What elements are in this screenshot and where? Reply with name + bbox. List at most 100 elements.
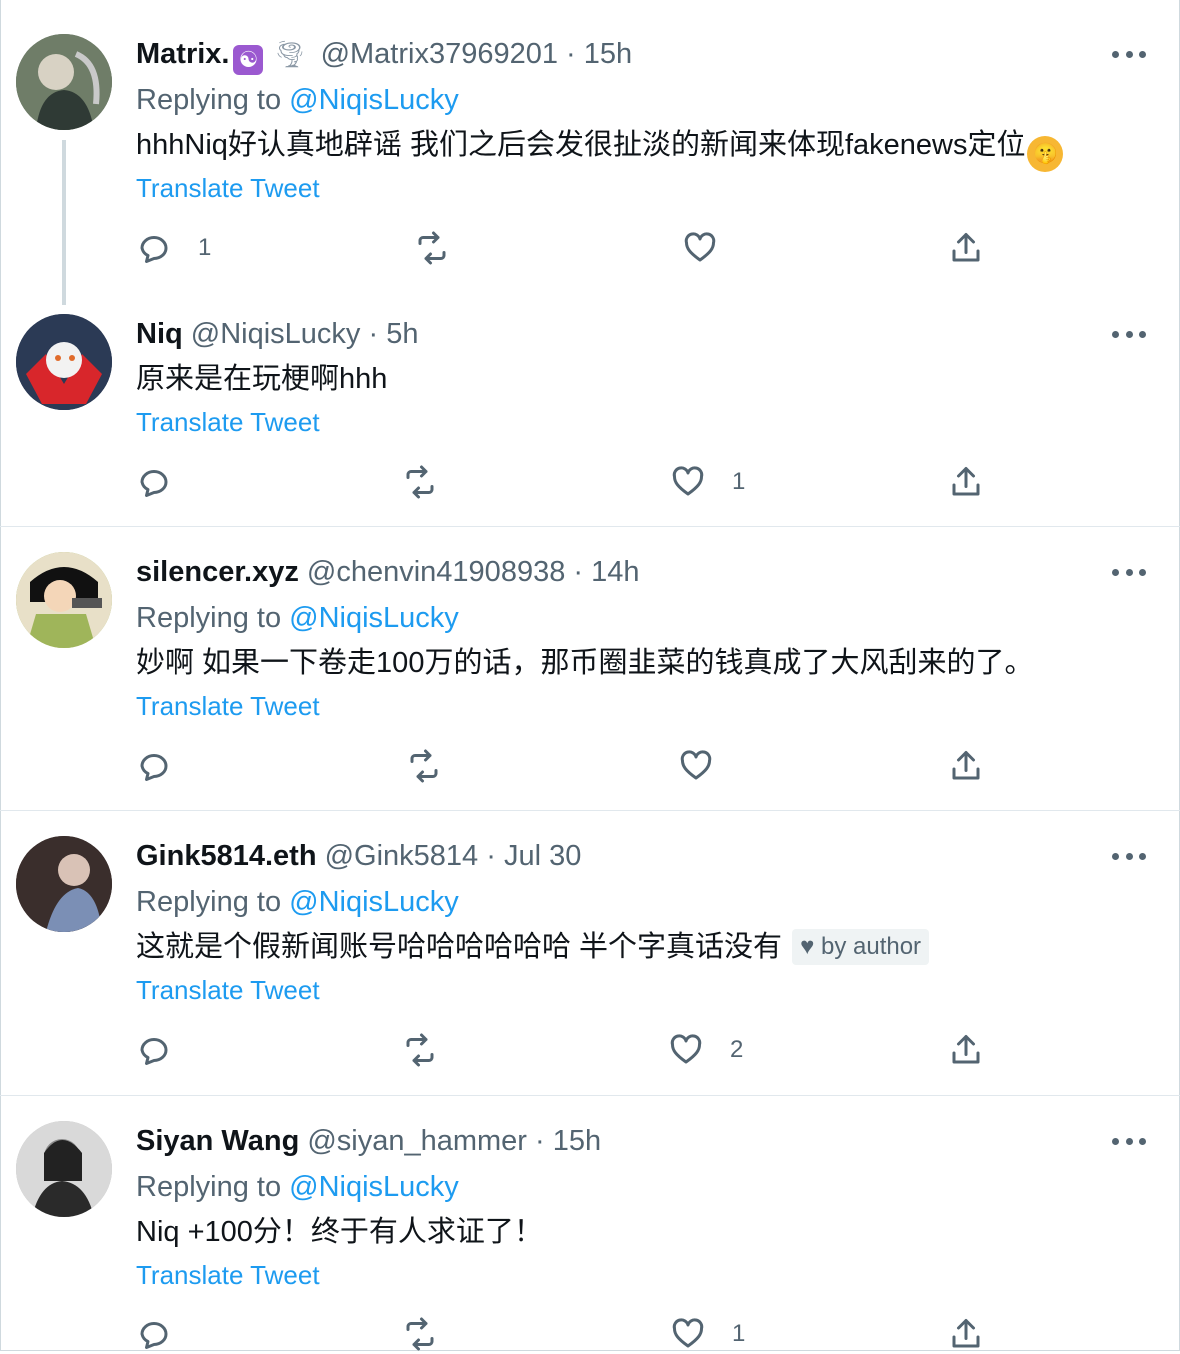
- like-icon: [680, 750, 712, 780]
- tweet-divider: [0, 526, 1180, 527]
- replying-to-label: Replying to: [136, 886, 282, 918]
- more-options-icon[interactable]: [1112, 1131, 1146, 1151]
- reply-button[interactable]: [136, 462, 172, 502]
- tweet-time[interactable]: · Jul 30: [486, 840, 581, 872]
- user-handle[interactable]: @chenvin41908938: [307, 556, 565, 588]
- reply-icon: [140, 236, 168, 263]
- tweet-header: Niq @NiqisLucky · 5h: [136, 316, 418, 352]
- tweet-time[interactable]: · 14h: [573, 556, 639, 588]
- replying-to-handle[interactable]: @NiqisLucky: [289, 886, 459, 918]
- avatar[interactable]: [16, 34, 112, 130]
- like-count: 1: [732, 1320, 746, 1347]
- like-count: 1: [732, 468, 746, 495]
- thread-connector-line: [62, 140, 66, 305]
- retweet-button[interactable]: [402, 1030, 438, 1070]
- retweet-button[interactable]: [406, 746, 442, 786]
- share-icon: [952, 751, 980, 780]
- translate-tweet-link[interactable]: Translate Tweet: [136, 1259, 320, 1291]
- display-name[interactable]: Gink5814.eth: [136, 840, 317, 872]
- tweet-text: Niq +100分！终于有人求证了！: [136, 1216, 543, 1248]
- replying-to: Replying to @NiqisLucky: [136, 600, 459, 636]
- replying-to-handle[interactable]: @NiqisLucky: [289, 602, 459, 634]
- share-icon: [952, 1319, 980, 1348]
- tweet-header: Gink5814.eth @Gink5814 · Jul 30: [136, 838, 581, 874]
- tweet-time[interactable]: · 5h: [369, 318, 419, 350]
- display-name[interactable]: Matrix.: [136, 38, 229, 70]
- by-author-label: by author: [820, 933, 922, 960]
- share-button[interactable]: [948, 228, 984, 268]
- like-button[interactable]: 1: [670, 1314, 745, 1354]
- avatar[interactable]: [16, 314, 112, 410]
- reply-icon: [140, 1322, 168, 1349]
- like-icon: [670, 1034, 702, 1064]
- tweet-time[interactable]: · 15h: [535, 1125, 601, 1157]
- user-handle[interactable]: @siyan_hammer: [307, 1125, 527, 1157]
- display-name[interactable]: Siyan Wang: [136, 1125, 299, 1157]
- retweet-button[interactable]: [414, 228, 450, 268]
- like-icon: [672, 466, 704, 496]
- replying-to: Replying to @NiqisLucky: [136, 82, 459, 118]
- translate-tweet-link[interactable]: Translate Tweet: [136, 172, 320, 204]
- avatar-image: [16, 552, 112, 648]
- replying-to: Replying to @NiqisLucky: [136, 1169, 459, 1205]
- reply-button[interactable]: [136, 1030, 172, 1070]
- like-button[interactable]: [682, 228, 718, 268]
- translate-tweet-link[interactable]: Translate Tweet: [136, 406, 320, 438]
- share-button[interactable]: [948, 746, 984, 786]
- reply-button[interactable]: 1: [136, 228, 211, 268]
- avatar[interactable]: [16, 836, 112, 932]
- tweet-text: 这就是个假新闻账号哈哈哈哈哈哈 半个字真话没有 ♥ by author: [136, 928, 930, 966]
- heart-icon: ♥: [800, 933, 815, 960]
- retweet-button[interactable]: [402, 462, 438, 502]
- retweet-button[interactable]: [402, 1314, 438, 1354]
- translate-tweet-link[interactable]: Translate Tweet: [136, 974, 320, 1006]
- user-handle[interactable]: @NiqisLucky: [191, 318, 361, 350]
- tweet-text-content: hhhNiq好认真地辟谣 我们之后会发很扯淡的新闻来体现fakenews定位: [136, 129, 1026, 161]
- tweet-text: 妙啊 如果一下卷走100万的话，那币圈韭菜的钱真成了大风刮来的了。: [136, 647, 1034, 679]
- share-button[interactable]: [948, 462, 984, 502]
- avatar-image: [16, 836, 112, 932]
- like-button[interactable]: 2: [668, 1030, 743, 1070]
- replying-to-handle[interactable]: @NiqisLucky: [289, 84, 459, 116]
- more-options-icon[interactable]: [1112, 44, 1146, 64]
- like-button[interactable]: [678, 746, 714, 786]
- like-button[interactable]: 1: [670, 462, 745, 502]
- avatar-image: [16, 1121, 112, 1217]
- user-handle[interactable]: @Matrix37969201: [321, 38, 558, 70]
- tweet-header: Matrix. ☯ 🌪 @Matrix37969201 · 15h: [136, 36, 632, 75]
- reply-button[interactable]: [136, 746, 172, 786]
- more-options-icon[interactable]: [1112, 846, 1146, 866]
- tweet-header: silencer.xyz @chenvin41908938 · 14h: [136, 554, 640, 590]
- avatar[interactable]: [16, 552, 112, 648]
- replying-to-label: Replying to: [136, 602, 282, 634]
- retweet-icon: [406, 1033, 434, 1067]
- like-icon: [672, 1318, 704, 1348]
- like-icon: [684, 232, 716, 262]
- translate-tweet-link[interactable]: Translate Tweet: [136, 690, 320, 722]
- tornado-icon: 🌪: [273, 39, 307, 69]
- share-icon: [952, 233, 980, 262]
- replying-to: Replying to @NiqisLucky: [136, 884, 459, 920]
- display-name[interactable]: silencer.xyz: [136, 556, 299, 588]
- replying-to-label: Replying to: [136, 1171, 282, 1203]
- user-handle[interactable]: @Gink5814: [325, 840, 479, 872]
- tweet-time[interactable]: · 15h: [566, 38, 632, 70]
- share-icon: [952, 467, 980, 496]
- reply-icon: [140, 470, 168, 497]
- more-options-icon[interactable]: [1112, 562, 1146, 582]
- tweet-divider: [0, 1095, 1180, 1096]
- replying-to-handle[interactable]: @NiqisLucky: [289, 1171, 459, 1203]
- share-button[interactable]: [948, 1314, 984, 1354]
- retweet-icon: [410, 749, 438, 783]
- tweet-text: hhhNiq好认真地辟谣 我们之后会发很扯淡的新闻来体现fakenews定位 🤫: [136, 126, 1064, 172]
- avatar[interactable]: [16, 1121, 112, 1217]
- avatar-image: [16, 34, 112, 130]
- more-options-icon[interactable]: [1112, 324, 1146, 344]
- liked-by-author-badge: ♥ by author: [792, 929, 930, 965]
- replying-to-label: Replying to: [136, 84, 282, 116]
- shushing-face-emoji-icon: 🤫: [1027, 136, 1064, 172]
- display-name[interactable]: Niq: [136, 318, 183, 350]
- retweet-icon: [406, 465, 434, 499]
- share-button[interactable]: [948, 1030, 984, 1070]
- reply-button[interactable]: [136, 1314, 172, 1354]
